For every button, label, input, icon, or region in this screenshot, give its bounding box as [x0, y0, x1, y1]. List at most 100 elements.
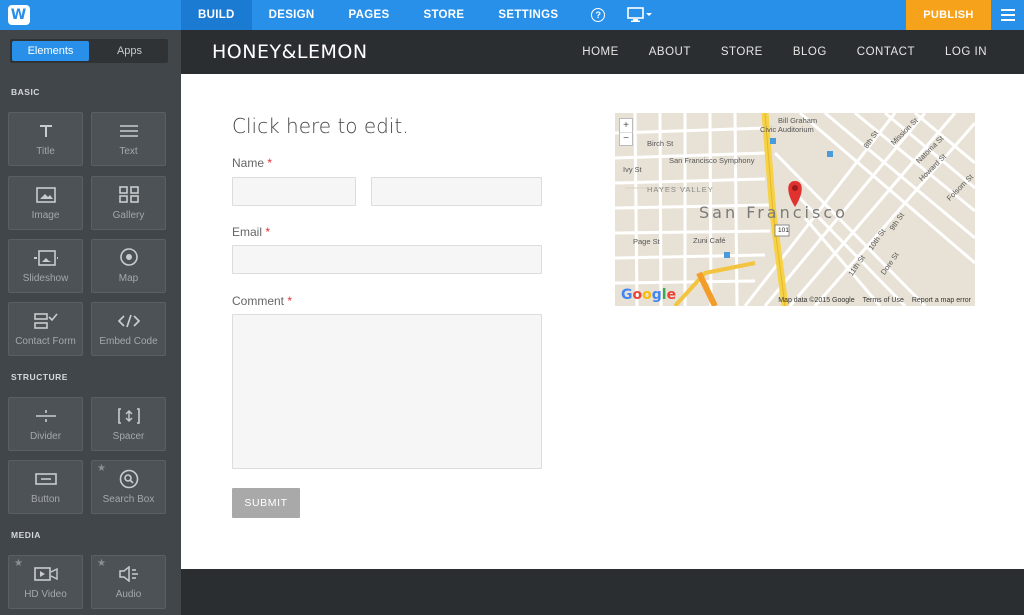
map-pin-icon: [117, 247, 141, 267]
editable-heading[interactable]: Click here to edit.: [232, 114, 409, 138]
element-contact-form[interactable]: Contact Form: [8, 302, 83, 356]
search-icon: [117, 469, 141, 488]
map-city-label: San Francisco: [699, 203, 848, 222]
comment-label: Comment *: [232, 294, 292, 308]
required-mark: *: [265, 225, 271, 239]
route-shield: 101: [778, 227, 789, 234]
last-name-input[interactable]: [371, 177, 542, 206]
site-nav: HOME ABOUT STORE BLOG CONTACT LOG IN: [582, 30, 987, 74]
star-icon: ★: [97, 463, 106, 474]
element-audio-label: Audio: [115, 588, 142, 600]
site-nav-about[interactable]: ABOUT: [649, 46, 691, 58]
map-label: Page St: [633, 237, 660, 246]
element-embed-code[interactable]: Embed Code: [91, 302, 166, 356]
audio-icon: [117, 565, 141, 583]
map-label: Civic Auditorium: [760, 125, 814, 134]
element-spacer[interactable]: Spacer: [91, 397, 166, 451]
device-preview-button[interactable]: [627, 7, 653, 23]
submit-button[interactable]: SUBMIT: [232, 488, 300, 518]
required-mark: *: [287, 294, 293, 308]
tab-store[interactable]: STORE: [406, 0, 481, 30]
map-label: Ivy St: [623, 165, 642, 174]
page-canvas: Click here to edit. Name * Email * Comme…: [181, 74, 1024, 569]
element-divider[interactable]: Divider: [8, 397, 83, 451]
contact-form-icon: [33, 312, 58, 330]
button-icon: [34, 470, 58, 488]
logo-letter: W: [10, 7, 27, 23]
element-text[interactable]: Text: [91, 112, 166, 166]
element-divider-label: Divider: [29, 430, 62, 442]
help-icon[interactable]: ?: [591, 8, 606, 22]
tab-design[interactable]: DESIGN: [252, 0, 332, 30]
element-search-box[interactable]: ★ Search Box: [91, 460, 166, 514]
report-map-error-link[interactable]: Report a map error: [912, 297, 971, 304]
section-basic: BASIC: [11, 87, 40, 97]
required-mark: *: [267, 156, 273, 170]
terms-of-use-link[interactable]: Terms of Use: [863, 297, 904, 304]
email-input[interactable]: [232, 245, 542, 274]
site-nav-blog[interactable]: BLOG: [793, 46, 827, 58]
comment-textarea[interactable]: [232, 314, 542, 469]
email-label-text: Email: [232, 225, 263, 239]
gallery-icon: [117, 185, 141, 204]
section-structure: STRUCTURE: [11, 372, 68, 382]
zoom-in-button[interactable]: +: [620, 119, 632, 133]
sidebar-tab-switch: Elements Apps: [10, 39, 168, 63]
tab-apps[interactable]: Apps: [91, 39, 168, 63]
desktop-monitor-icon: [627, 7, 653, 22]
divider-icon: [34, 407, 58, 425]
first-name-input[interactable]: [232, 177, 356, 206]
element-gallery[interactable]: Gallery: [91, 176, 166, 230]
site-nav-contact[interactable]: CONTACT: [857, 46, 915, 58]
code-icon: [117, 312, 141, 330]
map-label: San Francisco Symphony: [669, 156, 755, 165]
element-search-box-label: Search Box: [102, 493, 155, 505]
map-label: Zuni Café: [693, 236, 726, 245]
element-embed-code-label: Embed Code: [99, 335, 158, 347]
map-zoom-control: + −: [619, 118, 633, 146]
name-label: Name *: [232, 156, 272, 170]
element-button[interactable]: Button: [8, 460, 83, 514]
comment-label-text: Comment: [232, 294, 285, 308]
site-header: HONEY&LEMON HOME ABOUT STORE BLOG CONTAC…: [181, 30, 1024, 74]
map-label: Bill Graham: [778, 116, 818, 125]
image-icon: [34, 186, 58, 204]
element-slideshow-label: Slideshow: [22, 272, 69, 284]
tab-settings[interactable]: SETTINGS: [481, 0, 575, 30]
menu-icon[interactable]: [991, 0, 1024, 30]
site-nav-home[interactable]: HOME: [582, 46, 619, 58]
element-hd-video-label: HD Video: [24, 588, 67, 600]
element-contact-form-label: Contact Form: [15, 335, 76, 347]
element-hd-video[interactable]: ★ HD Video: [8, 555, 83, 609]
logo-icon: W: [7, 5, 30, 25]
name-label-text: Name: [232, 156, 265, 170]
publish-button[interactable]: PUBLISH: [906, 0, 991, 30]
video-icon: [33, 565, 58, 583]
element-map[interactable]: Map: [91, 239, 166, 293]
star-icon: ★: [14, 558, 23, 569]
map-attribution: Map data ©2015 Google Terms of Use Repor…: [778, 297, 971, 304]
slideshow-icon: [33, 249, 58, 267]
title-icon: [34, 122, 58, 140]
email-label: Email *: [232, 225, 270, 239]
element-title[interactable]: Title: [8, 112, 83, 166]
element-audio[interactable]: ★ Audio: [91, 555, 166, 609]
site-brand[interactable]: HONEY&LEMON: [212, 30, 368, 74]
editor-nav: BUILD DESIGN PAGES STORE SETTINGS ?: [181, 0, 653, 30]
weebly-logo[interactable]: W: [0, 0, 37, 30]
site-nav-store[interactable]: STORE: [721, 46, 763, 58]
element-slideshow[interactable]: Slideshow: [8, 239, 83, 293]
element-map-label: Map: [118, 272, 139, 284]
tab-pages[interactable]: PAGES: [332, 0, 407, 30]
tab-build[interactable]: BUILD: [181, 0, 252, 30]
elements-sidebar: Elements Apps BASIC Title Text Image Gal…: [0, 30, 181, 615]
zoom-out-button[interactable]: −: [620, 133, 632, 146]
map-label: HAYES VALLEY: [647, 185, 714, 194]
tab-elements[interactable]: Elements: [12, 41, 89, 61]
site-nav-login[interactable]: LOG IN: [945, 46, 987, 58]
text-icon: [117, 122, 141, 140]
map-label: Birch St: [647, 139, 674, 148]
spacer-icon: [117, 407, 141, 425]
element-image[interactable]: Image: [8, 176, 83, 230]
map-embed[interactable]: Bill Graham Civic Auditorium Birch St Sa…: [615, 113, 975, 306]
